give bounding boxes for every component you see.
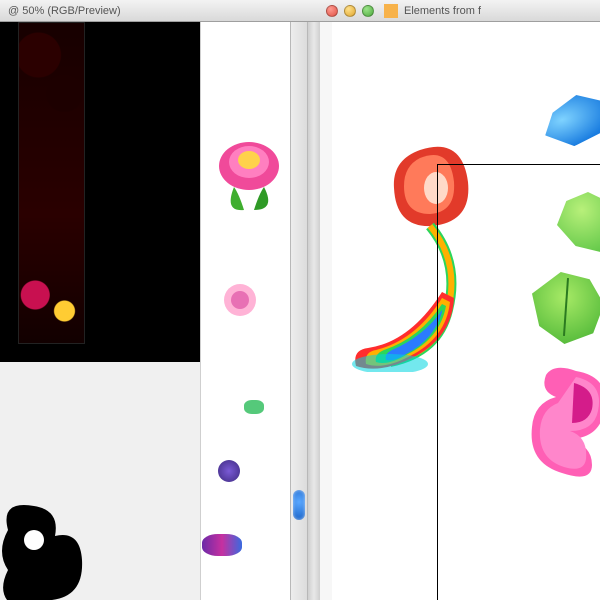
scrollbar-thumb[interactable] — [293, 490, 305, 520]
title-mode: (RGB/Preview) — [47, 5, 120, 17]
window-titlebar-left[interactable]: @ 50% (RGB/Preview) — [0, 0, 320, 22]
minimize-icon[interactable] — [344, 5, 356, 17]
close-icon[interactable] — [326, 5, 338, 17]
artwork-blossom-small — [220, 280, 260, 320]
artwork-dark-collage — [18, 22, 85, 344]
window-divider[interactable] — [308, 22, 320, 600]
artwork-gem-purple — [218, 460, 240, 482]
artwork-leaf-tiny — [244, 400, 264, 414]
document-window-left — [0, 22, 320, 600]
pasteboard-right[interactable] — [320, 22, 600, 600]
window-traffic-lights — [326, 5, 374, 17]
zoom-icon[interactable] — [362, 5, 374, 17]
artwork-peony-pink — [214, 132, 284, 217]
vertical-scrollbar[interactable] — [290, 22, 308, 600]
artwork-lotus-small — [202, 534, 242, 556]
artwork-blob-black — [0, 500, 88, 600]
artwork-leaf-blue — [536, 86, 600, 153]
selection-rectangle[interactable] — [437, 164, 600, 600]
window-title-right: Elements from f — [404, 5, 481, 17]
floating-dark-panel[interactable] — [0, 22, 200, 362]
ai-document-icon — [384, 4, 398, 18]
desktop: @ 50% (RGB/Preview) Elements from f — [0, 0, 600, 600]
title-zoom: @ 50% — [8, 5, 44, 17]
artboard-right[interactable] — [332, 22, 600, 600]
window-title-left: @ 50% (RGB/Preview) — [8, 5, 121, 17]
pasteboard-left[interactable] — [0, 22, 292, 600]
document-window-right — [320, 22, 600, 600]
window-titlebar-right[interactable]: Elements from f — [320, 0, 600, 22]
